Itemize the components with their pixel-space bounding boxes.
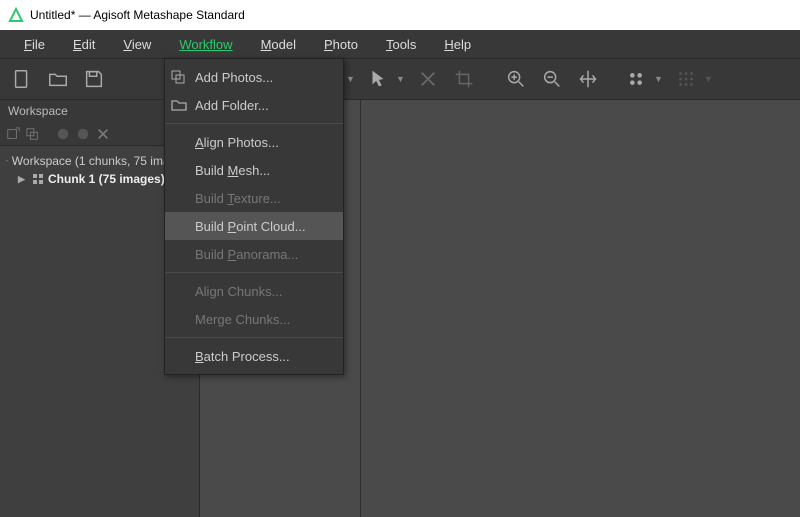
- open-button[interactable]: [42, 63, 74, 95]
- add-chunk-icon[interactable]: [6, 127, 20, 141]
- ok-icon[interactable]: [56, 127, 70, 141]
- close-icon[interactable]: [96, 127, 110, 141]
- remove-icon[interactable]: [76, 127, 90, 141]
- toolbar: ▼ ▼ ▼ ▼ ▼: [0, 58, 800, 100]
- view-mode-button[interactable]: [620, 63, 652, 95]
- new-doc-button[interactable]: [6, 63, 38, 95]
- menu-separator: [165, 337, 343, 338]
- zoom-out-button[interactable]: [536, 63, 568, 95]
- menu-file[interactable]: File: [10, 33, 59, 56]
- menu-add-folder-label: Add Folder...: [195, 98, 269, 113]
- menu-separator: [165, 272, 343, 273]
- menu-bar: File Edit View Workflow Model Photo Tool…: [0, 30, 800, 58]
- menu-align-photos[interactable]: Align Photos...: [165, 128, 343, 156]
- menu-merge-chunks: Merge Chunks...: [165, 305, 343, 333]
- app-logo-icon: [8, 7, 24, 23]
- menu-workflow[interactable]: Workflow: [165, 33, 246, 56]
- menu-view[interactable]: View: [109, 33, 165, 56]
- workflow-dropdown: Add Photos... Add Folder... Align Photos…: [164, 58, 344, 375]
- menu-help[interactable]: Help: [430, 33, 485, 56]
- menu-photo[interactable]: Photo: [310, 33, 372, 56]
- menu-model[interactable]: Model: [247, 33, 310, 56]
- menu-align-chunks: Align Chunks...: [165, 277, 343, 305]
- workspace-icon: [6, 155, 8, 167]
- add-photos-icon[interactable]: [26, 127, 40, 141]
- delete-button[interactable]: [412, 63, 444, 95]
- tree-chunk-label: Chunk 1 (75 images): [48, 172, 165, 186]
- menu-add-photos[interactable]: Add Photos...: [165, 63, 343, 91]
- zoom-in-button[interactable]: [500, 63, 532, 95]
- window-title: Untitled* — Agisoft Metashape Standard: [30, 8, 245, 22]
- expand-arrow-icon[interactable]: ▶: [18, 174, 28, 185]
- menu-build-point-cloud[interactable]: Build Point Cloud...: [165, 212, 343, 240]
- select-button[interactable]: [362, 63, 394, 95]
- menu-build-texture: Build Texture...: [165, 184, 343, 212]
- menu-tools[interactable]: Tools: [372, 33, 430, 56]
- chevron-down-icon[interactable]: ▼: [704, 74, 714, 84]
- grid-view-button[interactable]: [670, 63, 702, 95]
- crop-button[interactable]: [448, 63, 480, 95]
- menu-edit[interactable]: Edit: [59, 33, 109, 56]
- menu-add-folder[interactable]: Add Folder...: [165, 91, 343, 119]
- folder-icon: [171, 97, 187, 113]
- chunk-icon: [32, 173, 44, 185]
- chevron-down-icon[interactable]: ▼: [654, 74, 664, 84]
- menu-batch-process[interactable]: Batch Process...: [165, 342, 343, 370]
- save-button[interactable]: [78, 63, 110, 95]
- chevron-down-icon[interactable]: ▼: [346, 74, 356, 84]
- menu-add-photos-label: Add Photos...: [195, 70, 273, 85]
- title-bar: Untitled* — Agisoft Metashape Standard: [0, 0, 800, 30]
- chevron-down-icon[interactable]: ▼: [396, 74, 406, 84]
- add-photos-icon: [171, 69, 187, 85]
- fit-view-button[interactable]: [572, 63, 604, 95]
- menu-separator: [165, 123, 343, 124]
- menu-build-mesh[interactable]: Build Mesh...: [165, 156, 343, 184]
- viewport-center-line: [360, 100, 361, 517]
- menu-build-panorama: Build Panorama...: [165, 240, 343, 268]
